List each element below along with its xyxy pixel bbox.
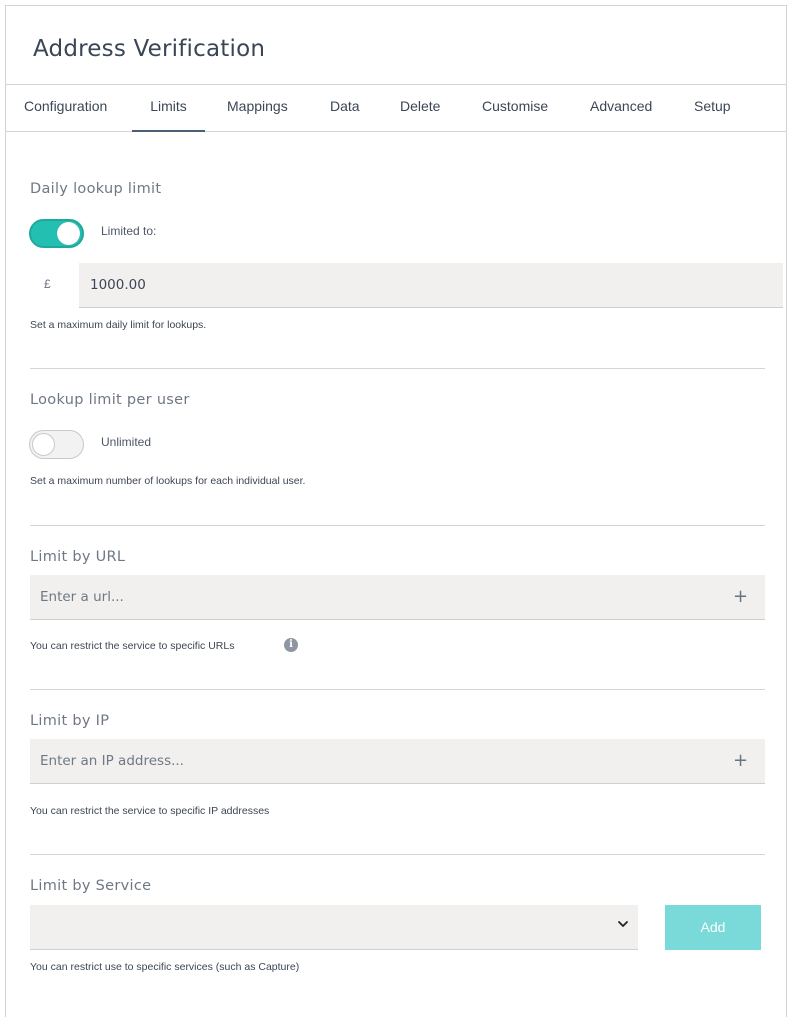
daily-limit-toggle-label: Limited to: bbox=[101, 224, 157, 238]
ip-input[interactable] bbox=[30, 739, 765, 784]
section-divider bbox=[30, 689, 765, 690]
section-divider bbox=[30, 368, 765, 369]
add-url-icon[interactable]: + bbox=[733, 586, 748, 607]
daily-limit-toggle[interactable] bbox=[29, 219, 84, 248]
daily-limit-amount-input[interactable] bbox=[79, 263, 783, 308]
ip-limit-title: Limit by IP bbox=[30, 713, 110, 729]
tab-bar: Configuration Limits Mappings Data Delet… bbox=[6, 85, 786, 132]
settings-panel: Address Verification Configuration Limit… bbox=[5, 5, 787, 1017]
tab-delete[interactable]: Delete bbox=[400, 85, 440, 131]
tab-setup[interactable]: Setup bbox=[694, 85, 731, 131]
tab-mappings[interactable]: Mappings bbox=[227, 85, 288, 131]
user-limit-help: Set a maximum number of lookups for each… bbox=[30, 475, 306, 487]
currency-symbol: £ bbox=[44, 277, 51, 291]
toggle-knob bbox=[57, 222, 80, 245]
section-divider bbox=[30, 525, 765, 526]
tab-customise[interactable]: Customise bbox=[482, 85, 548, 131]
service-select[interactable] bbox=[30, 905, 638, 950]
url-input[interactable] bbox=[30, 575, 765, 620]
tab-limits[interactable]: Limits bbox=[132, 85, 205, 132]
section-divider bbox=[30, 854, 765, 855]
toggle-knob bbox=[32, 433, 55, 456]
tab-data[interactable]: Data bbox=[330, 85, 360, 131]
limits-content: Daily lookup limit Limited to: £ Set a m… bbox=[6, 6, 786, 1017]
info-icon[interactable]: i bbox=[284, 638, 298, 652]
user-limit-toggle-label: Unlimited bbox=[101, 435, 152, 449]
page-title: Address Verification bbox=[33, 36, 266, 62]
page-header: Address Verification bbox=[6, 6, 786, 85]
user-limit-toggle[interactable] bbox=[29, 430, 84, 459]
daily-limit-help: Set a maximum daily limit for lookups. bbox=[30, 319, 207, 331]
tab-advanced[interactable]: Advanced bbox=[590, 85, 652, 131]
url-limit-title: Limit by URL bbox=[30, 549, 126, 565]
user-limit-title: Lookup limit per user bbox=[30, 392, 190, 408]
url-limit-help: You can restrict the service to specific… bbox=[30, 640, 235, 652]
ip-limit-help: You can restrict the service to specific… bbox=[30, 805, 270, 817]
service-limit-title: Limit by Service bbox=[30, 878, 152, 894]
tab-configuration[interactable]: Configuration bbox=[24, 85, 107, 131]
daily-limit-title: Daily lookup limit bbox=[30, 181, 162, 197]
add-ip-icon[interactable]: + bbox=[733, 750, 748, 771]
chevron-down-icon bbox=[618, 921, 628, 927]
add-service-button[interactable]: Add bbox=[665, 905, 761, 950]
service-limit-help: You can restrict use to specific service… bbox=[30, 961, 300, 973]
